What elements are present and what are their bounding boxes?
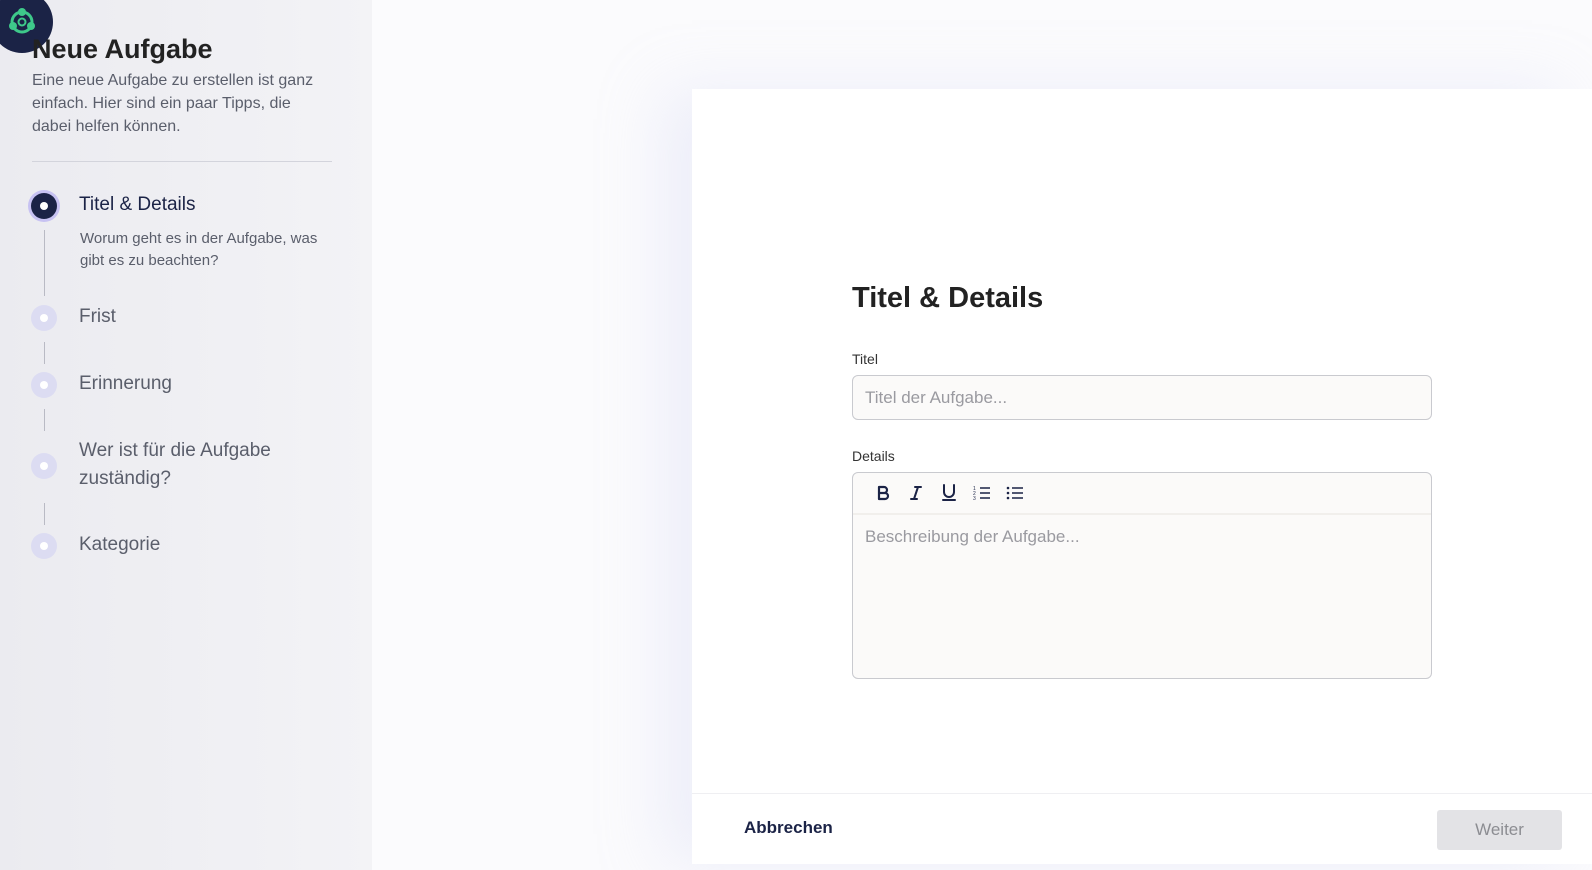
page-title: Neue Aufgabe (32, 34, 213, 64)
title-input[interactable] (852, 375, 1432, 420)
step-indicator (31, 453, 57, 479)
svg-text:3: 3 (973, 496, 976, 501)
page-subtitle: Eine neue Aufgabe zu erstellen ist ganz … (32, 72, 314, 135)
step-indicator (31, 372, 57, 398)
cancel-button[interactable]: Abbrechen (744, 818, 833, 838)
step-description: Worum geht es in der Aufgabe, was gibt e… (80, 230, 318, 269)
editor-toolbar: 123 (853, 473, 1431, 515)
step-indicator (31, 305, 57, 331)
step-label-erinnerung[interactable]: Erinnerung (79, 370, 172, 398)
title-field-label: Titel (852, 351, 878, 367)
ordered-list-icon[interactable]: 123 (970, 481, 994, 505)
underline-icon[interactable] (937, 481, 961, 505)
step-connector (44, 230, 45, 296)
sidebar: Neue Aufgabe Eine neue Aufgabe zu erstel… (0, 0, 372, 870)
step-connector (44, 342, 45, 364)
bold-icon[interactable] (871, 481, 895, 505)
form-footer: Abbrechen Weiter (692, 793, 1592, 865)
step-connector (44, 503, 45, 525)
step-label-titel-details[interactable]: Titel & Details (79, 191, 196, 219)
details-field-label: Details (852, 448, 895, 464)
step-indicator (31, 533, 57, 559)
step-indicator-active (31, 193, 57, 219)
form-card: Titel & Details Titel Details 123 Beschr… (692, 89, 1592, 864)
step-label-frist[interactable]: Frist (79, 303, 116, 331)
details-textarea[interactable]: Beschreibung der Aufgabe... (853, 515, 1431, 559)
step-label-zustaendig[interactable]: Wer ist für die Aufgabe zuständig? (79, 437, 319, 493)
italic-icon[interactable] (904, 481, 928, 505)
details-editor: 123 Beschreibung der Aufgabe... (852, 472, 1432, 679)
step-label-kategorie[interactable]: Kategorie (79, 531, 160, 559)
form-heading: Titel & Details (852, 282, 1044, 314)
step-connector (44, 409, 45, 431)
sidebar-divider (32, 161, 332, 162)
bullet-list-icon[interactable] (1003, 481, 1027, 505)
next-button[interactable]: Weiter (1437, 810, 1562, 850)
